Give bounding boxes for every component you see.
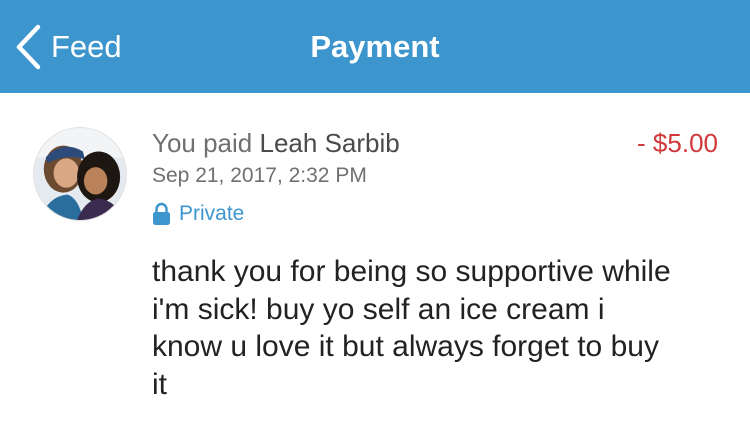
user-photo-avatar-icon <box>34 128 126 220</box>
payment-action-text: You paid <box>152 128 253 158</box>
avatar[interactable] <box>33 127 127 221</box>
page-title: Payment <box>310 29 440 64</box>
navigation-bar: Feed Payment <box>0 0 750 93</box>
privacy-label: Private <box>179 202 245 225</box>
payment-date: Sep 21, 2017, 2:32 PM <box>152 164 367 187</box>
recipient-name[interactable]: Leah Sarbib <box>260 128 400 158</box>
payment-headline: You paid Leah Sarbib <box>152 126 400 160</box>
lock-icon <box>153 202 170 225</box>
privacy-indicator[interactable]: Private <box>152 200 244 228</box>
payment-note: thank you for being so supportive while … <box>152 255 671 401</box>
payment-amount: - $5.00 <box>637 128 718 158</box>
